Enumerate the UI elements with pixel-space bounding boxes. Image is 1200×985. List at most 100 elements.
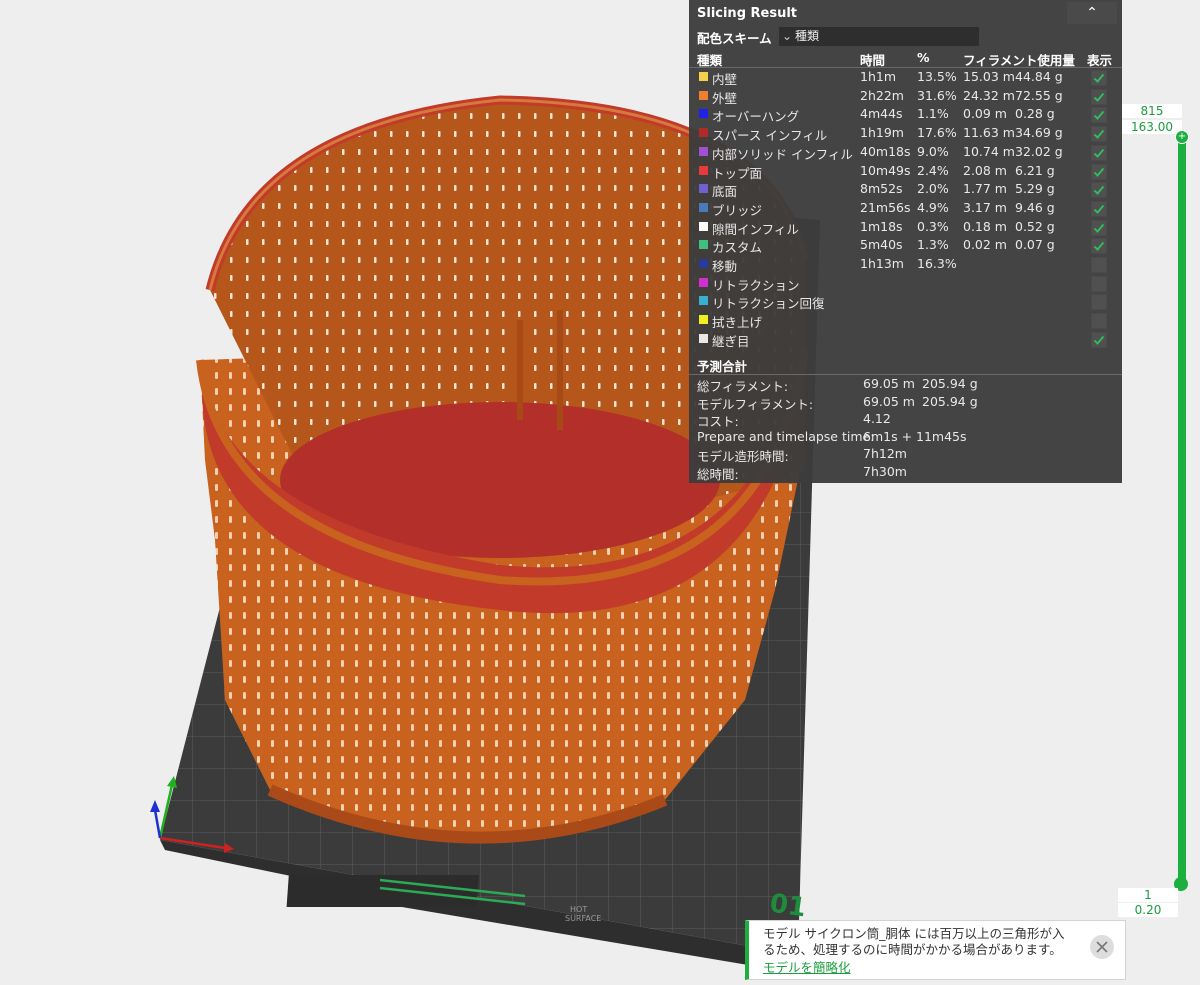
feature-row: 隙間インフィル 1m18s 0.3% 0.18 m 0.52 g xyxy=(689,218,1122,237)
show-checkbox[interactable] xyxy=(1091,331,1107,348)
feature-time: 2h22m xyxy=(860,87,904,103)
slicing-result-panel: Slicing Result ⌃ 配色スキーム ⌄ 種類 種類 時間 % フィラメ… xyxy=(689,0,1122,483)
feature-time: 10m49s xyxy=(860,162,911,178)
feature-weight: 0.07 g xyxy=(1015,237,1055,253)
color-scheme-value: 種類 xyxy=(795,29,820,43)
feature-percent: 16.3% xyxy=(917,256,957,271)
feature-length: 0.09 m xyxy=(963,106,1007,122)
show-checkbox[interactable] xyxy=(1091,238,1107,255)
feature-weight: 6.21 g xyxy=(1015,162,1055,178)
bottom-layer-height: 0.20 xyxy=(1118,903,1178,917)
collapse-button[interactable]: ⌃ xyxy=(1067,2,1117,24)
close-icon xyxy=(1096,941,1108,953)
feature-percent: 13.5% xyxy=(917,69,957,84)
feature-name: カスタム xyxy=(712,240,763,256)
show-checkbox[interactable] xyxy=(1091,107,1107,124)
feature-name: ブリッジ xyxy=(712,202,763,218)
feature-time: 1h1m xyxy=(860,69,897,84)
check-icon xyxy=(1093,111,1105,121)
show-checkbox[interactable] xyxy=(1091,294,1107,311)
check-icon xyxy=(1093,148,1105,158)
show-checkbox[interactable] xyxy=(1091,257,1107,273)
show-checkbox[interactable] xyxy=(1091,70,1107,86)
feature-name: 隙間インフィル xyxy=(712,221,799,237)
feature-percent: 17.6% xyxy=(917,125,957,141)
estimate-value: 69.05 m xyxy=(863,393,915,409)
feature-time: 8m52s xyxy=(860,181,903,197)
divider xyxy=(689,374,1122,375)
check-icon xyxy=(1093,335,1105,345)
color-swatch xyxy=(699,128,708,138)
estimate-label: 総時間: xyxy=(697,467,739,482)
top-layer-height: 163.00 xyxy=(1122,120,1182,134)
color-swatch xyxy=(699,296,708,306)
estimate-value: 7h30m xyxy=(863,464,907,479)
estimate-label: コスト: xyxy=(697,414,739,430)
show-checkbox[interactable] xyxy=(1091,126,1107,143)
show-checkbox[interactable] xyxy=(1091,219,1107,236)
feature-percent: 2.4% xyxy=(917,162,949,178)
show-checkbox[interactable] xyxy=(1091,144,1107,161)
check-icon xyxy=(1093,186,1105,196)
color-swatch xyxy=(699,165,708,175)
feature-name: 継ぎ目 xyxy=(712,333,750,349)
estimate-label: 総フィラメント: xyxy=(697,379,789,394)
feature-row: 内壁 1h1m 13.5% 15.03 m 44.84 g xyxy=(689,68,1122,87)
feature-time: 1m18s xyxy=(860,218,903,234)
feature-length: 0.18 m xyxy=(963,218,1007,234)
show-checkbox[interactable] xyxy=(1091,88,1107,105)
feature-time: 4m44s xyxy=(860,106,903,122)
notification-message: モデル サイクロン筒_胴体 には百万以上の三角形が入るため、処理するのに時間がか… xyxy=(763,926,1065,957)
close-button[interactable] xyxy=(1090,935,1114,959)
feature-length: 11.63 m xyxy=(963,125,1015,141)
feature-name: オーバーハング xyxy=(712,109,800,125)
feature-row: ブリッジ 21m56s 4.9% 3.17 m 9.46 g xyxy=(689,199,1122,218)
estimate-label: Prepare and timelapse time: xyxy=(697,428,875,444)
show-checkbox[interactable] xyxy=(1091,200,1107,217)
feature-name: リトラクション xyxy=(712,277,800,293)
layer-slider[interactable]: 815 163.00 + 1 0.20 xyxy=(1118,100,1200,920)
feature-length: 1.77 m xyxy=(963,181,1007,197)
feature-percent: 1.3% xyxy=(917,237,949,253)
feature-time: 1h13m xyxy=(860,256,904,271)
feature-time: 1h19m xyxy=(860,125,904,141)
color-swatch xyxy=(699,90,708,100)
show-checkbox[interactable] xyxy=(1091,275,1107,292)
check-icon xyxy=(1093,73,1105,83)
show-checkbox[interactable] xyxy=(1091,163,1107,180)
plate-number: 01 xyxy=(768,889,808,924)
estimate-label: モデル造形時間: xyxy=(697,449,789,465)
feature-percent: 4.9% xyxy=(917,199,949,215)
feature-name: 内部ソリッド インフィル xyxy=(712,146,853,162)
feature-length: 24.32 m xyxy=(963,87,1015,103)
hot-surface-label-2: SURFACE xyxy=(565,914,601,923)
estimate-label: モデルフィラメント: xyxy=(697,396,814,412)
notification-toast: モデル サイクロン筒_胴体 には百万以上の三角形が入るため、処理するのに時間がか… xyxy=(745,920,1126,980)
feature-weight: 44.84 g xyxy=(1015,69,1063,84)
feature-time: 5m40s xyxy=(860,237,903,253)
check-icon xyxy=(1093,223,1105,233)
header-percent: % xyxy=(917,50,930,65)
show-checkbox[interactable] xyxy=(1091,313,1107,330)
color-scheme-label: 配色スキーム xyxy=(697,31,772,46)
top-handle[interactable]: + xyxy=(1175,130,1189,144)
feature-weight: 0.52 g xyxy=(1015,218,1055,234)
simplify-model-link[interactable]: モデルを簡略化 xyxy=(763,957,851,976)
color-scheme-select[interactable]: ⌄ 種類 xyxy=(779,27,979,46)
feature-name: 拭き上げ xyxy=(712,315,763,331)
feature-name: 内壁 xyxy=(712,72,738,87)
estimate-value-2: 205.94 g xyxy=(922,376,978,391)
check-icon xyxy=(1093,242,1105,252)
feature-row: リトラクション xyxy=(689,274,1122,293)
feature-row: スパース インフィル 1h19m 17.6% 11.63 m 34.69 g xyxy=(689,124,1122,143)
feature-percent: 9.0% xyxy=(917,143,949,159)
show-checkbox[interactable] xyxy=(1091,182,1107,199)
feature-name: 底面 xyxy=(712,184,738,200)
color-swatch xyxy=(699,72,708,81)
feature-row: トップ面 10m49s 2.4% 2.08 m 6.21 g xyxy=(689,162,1122,181)
feature-row: 移動 1h13m 16.3% xyxy=(689,255,1122,274)
check-icon xyxy=(1093,167,1105,177)
feature-row: オーバーハング 4m44s 1.1% 0.09 m 0.28 g xyxy=(689,105,1122,124)
check-icon xyxy=(1093,204,1105,214)
feature-weight: 34.69 g xyxy=(1015,125,1063,141)
